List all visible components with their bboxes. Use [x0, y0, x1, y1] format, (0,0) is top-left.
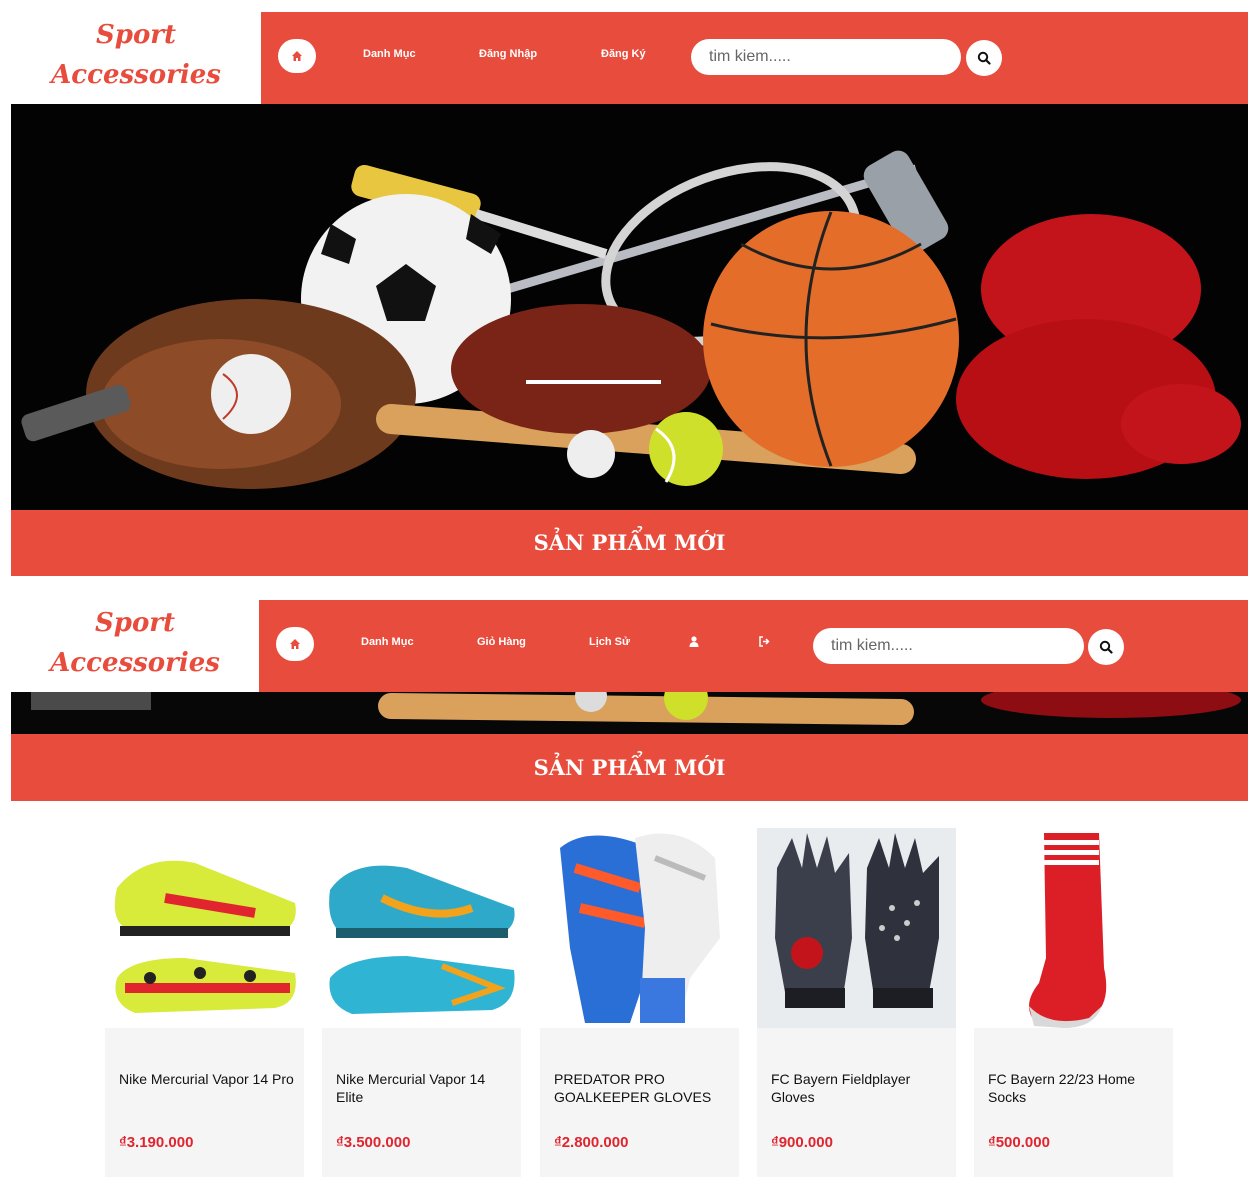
product-price: ₫2.800.000: [554, 1134, 629, 1151]
site-header: Sport Accessories Danh Mục Đăng Nhập Đăn…: [11, 12, 1248, 104]
product-grid: Nike Mercurial Vapor 14 Pro ₫3.190.000 N…: [105, 828, 1175, 1177]
product-image-bayern-socks[interactable]: [974, 828, 1173, 1028]
section-title-new-products: SẢN PHẨM MỚI: [11, 734, 1248, 801]
search-button[interactable]: [966, 40, 1002, 76]
product-image-bayern-gloves[interactable]: [757, 828, 956, 1028]
logo-line-2: Accessories: [51, 60, 221, 90]
home-button[interactable]: [278, 39, 316, 73]
logo-line-1: Sport: [94, 608, 175, 638]
main-nav: Danh Mục Đăng Nhập Đăng Ký: [261, 12, 1248, 104]
search-button[interactable]: [1088, 629, 1124, 665]
product-price: ₫900.000: [771, 1134, 833, 1151]
home-icon: [292, 51, 302, 61]
product-card[interactable]: Nike Mercurial Vapor 14 Pro ₫3.190.000: [105, 828, 304, 1177]
nav-gio-hang[interactable]: Giỏ Hàng: [477, 636, 526, 648]
product-image-boots-yellow[interactable]: [105, 828, 304, 1028]
search-icon: [977, 51, 991, 65]
product-image-boots-blue[interactable]: [322, 828, 521, 1028]
user-view-screenshot: Sport Accessories Danh Mục Giỏ Hàng Lịch…: [11, 600, 1248, 1177]
nav-dang-nhap[interactable]: Đăng Nhập: [479, 48, 537, 60]
sign-out-icon[interactable]: [759, 636, 770, 650]
nav-danh-muc[interactable]: Danh Mục: [363, 48, 416, 60]
product-image-goalkeeper-gloves[interactable]: [540, 828, 739, 1028]
product-card[interactable]: FC Bayern 22/23 Home Socks ₫500.000: [974, 828, 1173, 1177]
product-price: ₫3.500.000: [336, 1134, 411, 1151]
product-price: ₫500.000: [988, 1134, 1050, 1151]
product-price: ₫3.190.000: [119, 1134, 194, 1151]
sports-equipment-image: [21, 150, 1241, 489]
nav-lich-su[interactable]: Lịch Sử: [589, 636, 630, 648]
product-name[interactable]: FC Bayern 22/23 Home Socks: [988, 1070, 1163, 1106]
product-name[interactable]: PREDATOR PRO GOALKEEPER GLOVES: [554, 1070, 729, 1106]
product-name[interactable]: Nike Mercurial Vapor 14 Elite: [336, 1070, 511, 1106]
product-card[interactable]: Nike Mercurial Vapor 14 Elite ₫3.500.000: [322, 828, 521, 1177]
product-card[interactable]: FC Bayern Fieldplayer Gloves ₫900.000: [757, 828, 956, 1177]
nav-danh-muc[interactable]: Danh Mục: [361, 636, 414, 648]
hero-banner-partial: [11, 692, 1248, 734]
main-nav: Danh Mục Giỏ Hàng Lịch Sử: [259, 600, 1248, 692]
home-icon: [290, 639, 300, 649]
user-icon[interactable]: [689, 636, 699, 650]
product-card[interactable]: PREDATOR PRO GOALKEEPER GLOVES ₫2.800.00…: [540, 828, 739, 1177]
search-icon: [1099, 640, 1113, 654]
logo-line-2: Accessories: [50, 648, 220, 678]
search-input[interactable]: [691, 39, 961, 75]
site-header: Sport Accessories Danh Mục Giỏ Hàng Lịch…: [11, 600, 1248, 692]
site-logo[interactable]: Sport Accessories: [11, 600, 259, 692]
section-title-new-products: SẢN PHẨM MỚI: [11, 510, 1248, 576]
hero-banner-sports-equipment: [11, 104, 1248, 510]
guest-view-screenshot: Sport Accessories Danh Mục Đăng Nhập Đăn…: [11, 12, 1248, 576]
product-name[interactable]: FC Bayern Fieldplayer Gloves: [771, 1070, 946, 1106]
search-input[interactable]: [813, 628, 1084, 664]
product-name[interactable]: Nike Mercurial Vapor 14 Pro: [119, 1070, 294, 1088]
nav-dang-ky[interactable]: Đăng Ký: [601, 48, 646, 60]
site-logo[interactable]: Sport Accessories: [11, 12, 261, 104]
home-button[interactable]: [276, 627, 314, 661]
logo-line-1: Sport: [95, 20, 176, 50]
